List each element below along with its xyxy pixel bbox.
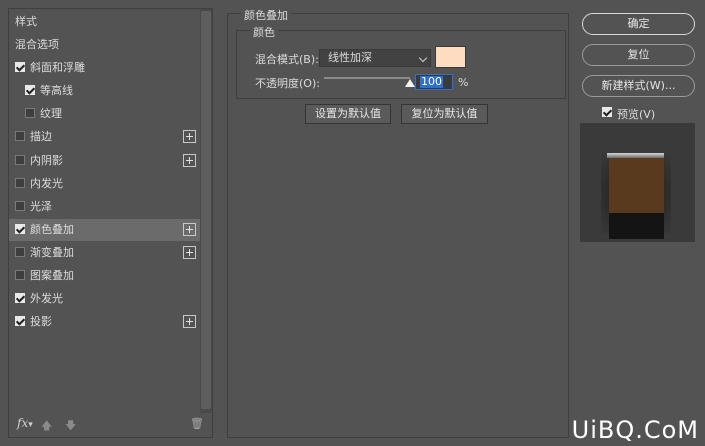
preview-square: [609, 158, 664, 213]
style-item[interactable]: 渐变叠加: [9, 242, 200, 264]
style-item[interactable]: 外发光: [9, 288, 200, 310]
style-checkbox[interactable]: [15, 223, 25, 234]
style-item-label: 混合选项: [15, 38, 59, 51]
add-effect-icon[interactable]: [183, 222, 196, 236]
ok-button[interactable]: 确定: [582, 13, 695, 35]
preview-checkbox[interactable]: [602, 107, 612, 117]
blend-mode-value: 线性加深: [328, 51, 372, 64]
color-overlay-title: 颜色叠加: [241, 7, 291, 23]
style-checkbox[interactable]: [15, 246, 25, 257]
blend-mode-label: 混合模式(B):: [255, 53, 319, 66]
style-item[interactable]: 描边: [9, 126, 200, 148]
style-checkbox[interactable]: [15, 316, 25, 327]
styles-list-panel: 样式混合选项斜面和浮雕等高线纹理描边内阴影内发光光泽颜色叠加渐变叠加图案叠加外发…: [8, 8, 213, 438]
style-item-label: 投影: [30, 315, 52, 329]
reset-default-button[interactable]: 复位为默认值: [401, 104, 488, 124]
style-item[interactable]: 纹理: [9, 103, 200, 125]
style-checkbox[interactable]: [15, 131, 25, 142]
style-item-label: 纹理: [40, 107, 62, 121]
opacity-slider-thumb[interactable]: [405, 79, 415, 87]
style-item-label: 外发光: [30, 292, 63, 306]
style-checkbox[interactable]: [25, 108, 35, 119]
preview-label: 预览(V): [617, 108, 656, 121]
style-item[interactable]: 内阴影: [9, 150, 200, 172]
trash-icon[interactable]: 🗑: [190, 417, 204, 430]
opacity-slider[interactable]: [324, 77, 410, 79]
add-effect-icon[interactable]: [183, 315, 196, 329]
style-item-label: 内发光: [30, 176, 63, 190]
style-checkbox[interactable]: [15, 154, 25, 165]
style-checkbox[interactable]: [15, 270, 25, 280]
opacity-label: 不透明度(O):: [255, 77, 320, 90]
style-checkbox[interactable]: [15, 200, 25, 211]
style-item[interactable]: 斜面和浮雕: [9, 57, 200, 79]
opacity-value: 100: [420, 75, 443, 88]
chevron-down-icon: [418, 53, 428, 63]
reset-button[interactable]: 复位: [582, 44, 695, 66]
style-checkbox[interactable]: [15, 62, 25, 73]
preview-drop-shadow: [609, 213, 664, 239]
style-item-label: 内阴影: [30, 153, 63, 167]
opacity-unit: %: [458, 76, 469, 89]
fx-button[interactable]: fx▾: [17, 416, 33, 430]
style-checkbox[interactable]: [15, 293, 25, 304]
style-checkbox[interactable]: [15, 177, 25, 188]
style-item[interactable]: 投影: [9, 311, 200, 333]
style-item[interactable]: 光泽: [9, 196, 200, 218]
style-item[interactable]: 混合选项: [9, 34, 200, 56]
style-item-label: 斜面和浮雕: [30, 61, 85, 75]
preview-toggle[interactable]: 预览(V): [602, 106, 682, 121]
styles-list-footer: fx▾ 🡅 🡇 🗑: [9, 413, 212, 437]
add-effect-icon[interactable]: [183, 245, 196, 259]
new-style-button[interactable]: 新建样式(W)...: [582, 75, 695, 97]
style-item[interactable]: 图案叠加: [9, 265, 200, 287]
overlay-color-swatch[interactable]: [435, 46, 466, 68]
styles-list-scrollbar[interactable]: [200, 9, 212, 413]
scrollbar-thumb[interactable]: [201, 11, 211, 409]
watermark: UiBQ.CoM: [571, 416, 699, 444]
style-item-label: 渐变叠加: [30, 245, 74, 259]
styles-header: 样式: [9, 11, 200, 33]
blend-mode-select[interactable]: 线性加深: [319, 49, 431, 67]
color-subgroup-title: 颜色: [250, 24, 278, 40]
add-effect-icon[interactable]: [183, 153, 196, 167]
add-effect-icon[interactable]: [183, 130, 196, 144]
style-item[interactable]: 内发光: [9, 173, 200, 195]
style-item-label: 描边: [30, 130, 52, 144]
opacity-input[interactable]: 100: [415, 74, 453, 90]
move-down-icon[interactable]: 🡇: [65, 417, 76, 436]
style-item[interactable]: 等高线: [9, 80, 200, 102]
styles-header-label: 样式: [15, 15, 37, 28]
style-preview: [580, 123, 695, 242]
style-item[interactable]: 颜色叠加: [9, 218, 200, 241]
style-checkbox[interactable]: [25, 85, 35, 96]
move-up-icon[interactable]: 🡅: [41, 417, 52, 436]
style-item-label: 光泽: [30, 199, 52, 213]
style-item-label: 等高线: [40, 84, 73, 98]
set-default-button[interactable]: 设置为默认值: [305, 104, 391, 124]
fx-label: fx: [17, 416, 29, 430]
style-item-label: 颜色叠加: [30, 222, 74, 236]
style-item-label: 图案叠加: [30, 269, 74, 282]
